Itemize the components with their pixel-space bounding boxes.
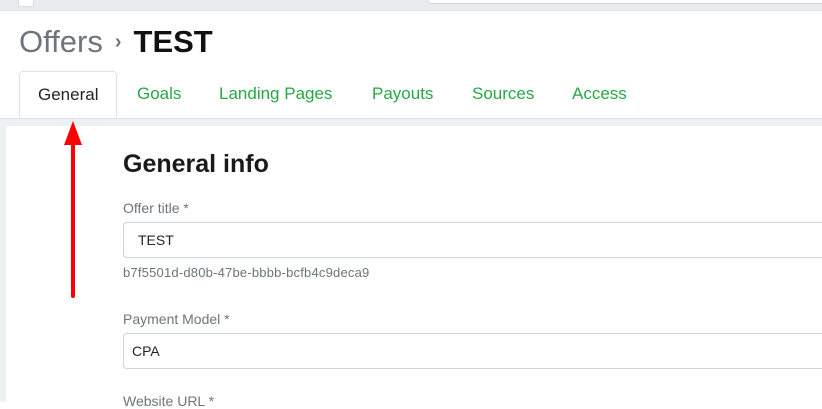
section-title: General info [123,150,269,178]
top-navbar [0,0,822,11]
tab-general[interactable]: General [19,71,118,118]
navbar-search-input[interactable] [427,0,822,4]
offer-title-label: Offer title * [123,200,189,216]
content-divider [0,119,822,126]
offer-title-input[interactable] [123,222,822,258]
breadcrumb-offers-link[interactable]: Offers [19,24,103,60]
tab-goals[interactable]: Goals [137,71,181,117]
chevron-right-icon: › [114,30,122,53]
page-title: TEST [133,24,213,59]
tab-payouts[interactable]: Payouts [372,71,433,117]
navbar-menu-button[interactable] [18,0,34,7]
tab-landing-pages[interactable]: Landing Pages [219,71,332,117]
website-url-label: Website URL * [123,393,215,409]
tab-sources[interactable]: Sources [472,71,534,117]
payment-model-label: Payment Model * [123,311,230,327]
content-gutter [0,126,6,402]
payment-model-select[interactable] [123,333,822,369]
offer-id-text: b7f5501d-d80b-47be-bbbb-bcfb4c9deca9 [123,265,370,280]
breadcrumb: Offers › TEST [19,24,213,60]
tab-bar: General Goals Landing Pages Payouts Sour… [0,71,822,119]
tab-access[interactable]: Access [572,71,627,117]
